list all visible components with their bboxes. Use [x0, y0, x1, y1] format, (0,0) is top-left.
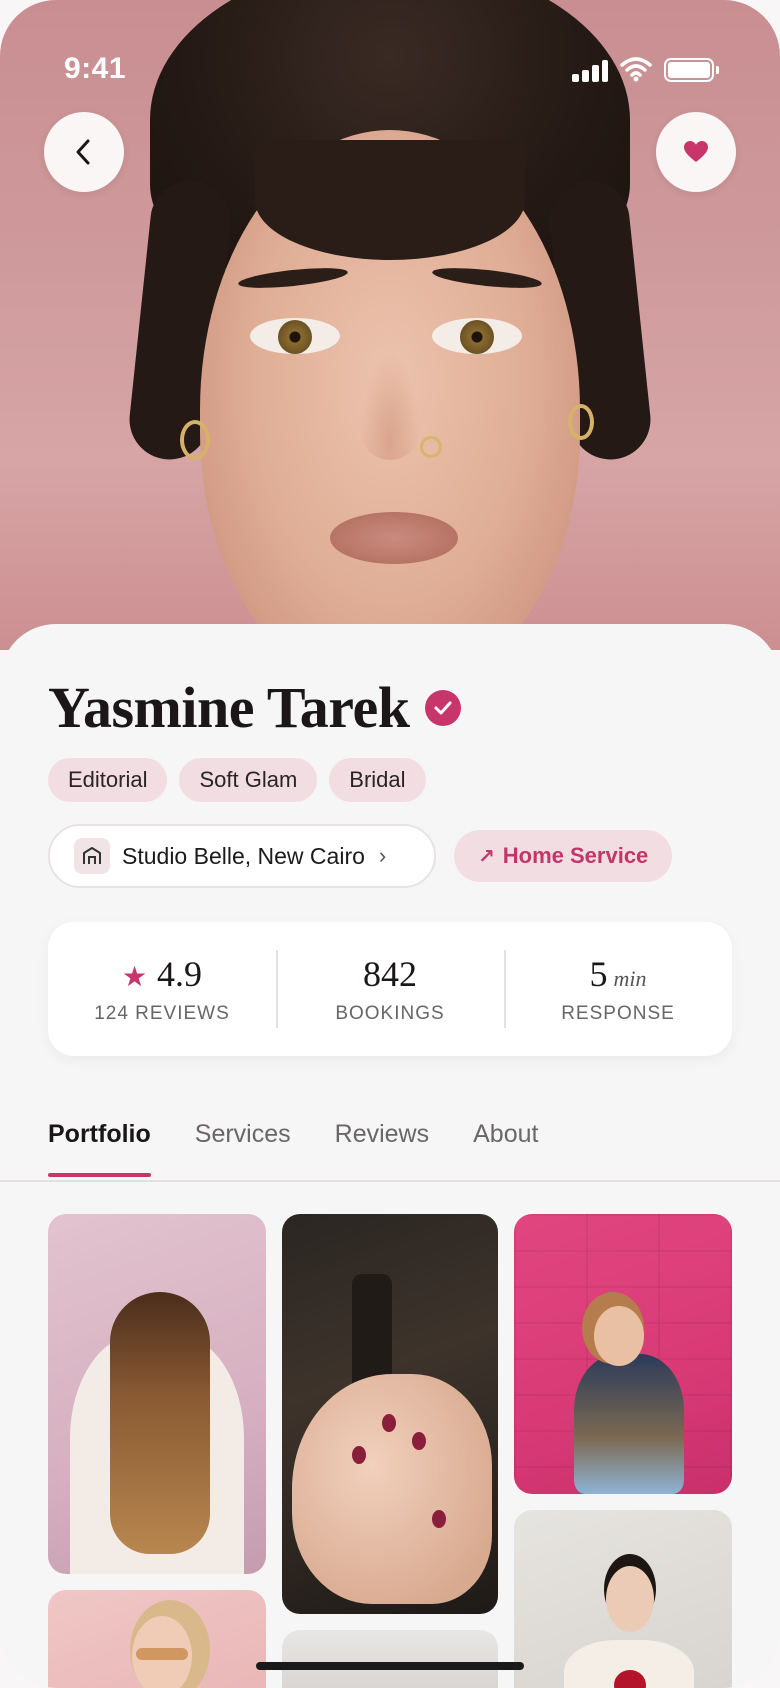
- wifi-icon: [620, 57, 652, 82]
- response-label: RESPONSE: [561, 1003, 675, 1024]
- status-bar: 9:41: [0, 48, 780, 96]
- chevron-right-icon: ›: [378, 843, 387, 868]
- star-icon: ★: [121, 960, 148, 993]
- stat-bookings: 842 BOOKINGS: [276, 922, 504, 1056]
- tab-portfolio[interactable]: Portfolio: [48, 1120, 151, 1177]
- back-button[interactable]: [44, 112, 124, 192]
- tag-chip: Editorial: [48, 758, 168, 802]
- home-service-label: Home Service: [502, 843, 649, 868]
- battery-icon: [664, 58, 719, 82]
- tab-reviews[interactable]: Reviews: [335, 1120, 429, 1177]
- bookings-value: 842: [363, 954, 417, 994]
- studio-location-text: Studio Belle, New Cairo: [122, 842, 365, 869]
- portfolio-photo[interactable]: [514, 1214, 732, 1494]
- portfolio-photo[interactable]: [514, 1510, 732, 1688]
- portfolio-photo[interactable]: [282, 1630, 498, 1688]
- profile-name: Yasmine Tarek: [48, 675, 410, 740]
- specialty-tags: Editorial Soft Glam Bridal: [48, 758, 426, 802]
- stats-card: ★ 4.9 124 REVIEWS 842 BOOKINGS 5 min RES…: [48, 922, 732, 1056]
- status-time: 9:41: [64, 52, 127, 85]
- portfolio-photo[interactable]: [282, 1214, 498, 1614]
- heart-icon: [684, 141, 708, 162]
- portfolio-photo[interactable]: [48, 1590, 266, 1688]
- arrow-up-right-icon: ↗: [478, 845, 495, 868]
- tab-divider: [0, 1180, 780, 1182]
- tag-chip: Bridal: [329, 758, 426, 802]
- response-value: 5: [589, 954, 608, 994]
- signal-icon: [572, 60, 608, 82]
- storefront-icon: [74, 838, 110, 874]
- name-row: Yasmine Tarek: [48, 674, 462, 741]
- home-service-button[interactable]: ↗ Home Service: [454, 830, 673, 882]
- tag-chip: Soft Glam: [179, 758, 318, 802]
- profile-card: Yasmine Tarek Editorial Soft Glam Bridal…: [0, 624, 780, 1688]
- response-unit: min: [613, 966, 647, 991]
- stat-rating: ★ 4.9 124 REVIEWS: [48, 922, 276, 1056]
- favorite-button[interactable]: [656, 112, 736, 192]
- portfolio-photo[interactable]: [48, 1214, 266, 1574]
- tab-about[interactable]: About: [473, 1120, 538, 1177]
- rating-value: 4.9: [157, 954, 203, 994]
- bookings-label: BOOKINGS: [335, 1003, 445, 1024]
- chevron-left-icon: [76, 139, 90, 165]
- profile-screen: 9:41 Yasmine Tarek Editorial Soft Glam B…: [0, 0, 780, 1688]
- tab-services[interactable]: Services: [195, 1120, 291, 1177]
- studio-location-button[interactable]: Studio Belle, New Cairo ›: [48, 824, 436, 888]
- stat-response: 5 min RESPONSE: [504, 922, 732, 1056]
- profile-tabs: Portfolio Services Reviews About: [48, 1120, 538, 1177]
- rating-label: 124 REVIEWS: [94, 1003, 230, 1024]
- verified-badge-icon: [425, 689, 462, 726]
- hero-portrait-photo: [0, 0, 780, 650]
- home-indicator: [256, 1662, 524, 1670]
- location-row: Studio Belle, New Cairo › ↗ Home Service: [48, 824, 673, 888]
